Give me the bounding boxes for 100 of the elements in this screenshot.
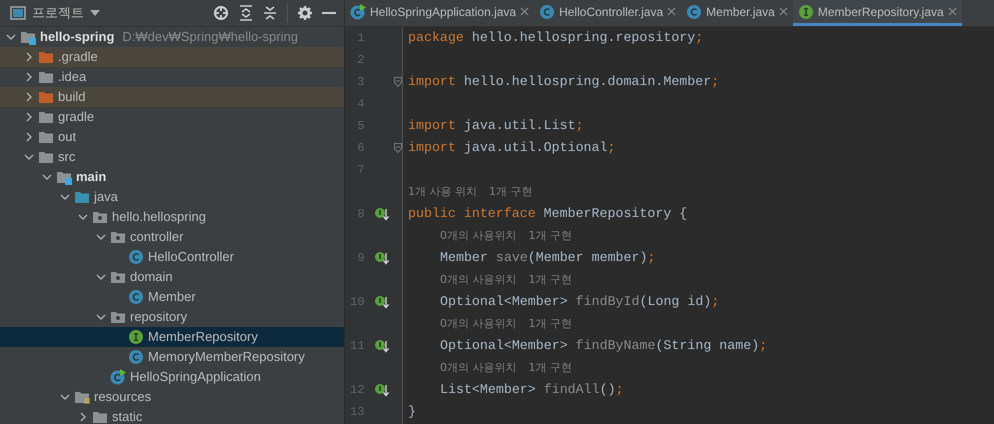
code-line: import java.util.Optional; — [407, 139, 616, 158]
tree-item[interactable]: java — [0, 187, 344, 207]
tree-item[interactable]: gradle — [0, 107, 344, 127]
item-name: static — [112, 408, 142, 424]
tree-item[interactable]: domain — [0, 267, 344, 287]
class-icon — [128, 249, 144, 265]
inlay-hint[interactable]: 0개의 사용위치 — [440, 228, 516, 244]
panel-title: 프로젝트 — [32, 4, 84, 22]
chevron-down-icon[interactable] — [60, 394, 70, 400]
code-line: import hello.hellospring.domain.Member; — [407, 73, 720, 92]
minimize-icon[interactable] — [322, 11, 336, 15]
item-name: out — [58, 128, 76, 146]
code-line: public interface MemberRepository { — [407, 205, 688, 224]
chevron-right-icon[interactable] — [26, 112, 32, 122]
inlay-hint[interactable]: 1개 구현 — [528, 272, 572, 288]
class-run-icon — [110, 369, 126, 385]
chevron-down-icon[interactable] — [96, 314, 106, 320]
locate-icon[interactable] — [213, 5, 229, 21]
class-icon — [539, 4, 556, 20]
tree-item[interactable]: MemoryMemberRepository — [0, 347, 344, 367]
chevron-right-icon[interactable] — [80, 412, 86, 422]
implemented-icon[interactable] — [374, 339, 389, 353]
chevron-right-icon[interactable] — [26, 52, 32, 62]
chevron-right-icon[interactable] — [26, 72, 32, 82]
tree-item[interactable]: controller — [0, 227, 344, 247]
item-name: Member — [148, 288, 196, 306]
tree-item[interactable]: main — [0, 167, 344, 187]
tree-item[interactable]: .idea — [0, 67, 344, 87]
inlay-hint[interactable]: 0개의 사용위치 — [440, 360, 516, 376]
chevron-down-icon[interactable] — [60, 194, 70, 200]
item-name: hello-spring — [40, 28, 114, 46]
tree-item[interactable]: src — [0, 147, 344, 167]
chevron-down-icon[interactable] — [24, 154, 34, 160]
tree-item[interactable]: repository — [0, 307, 344, 327]
editor-tab[interactable]: HelloSpringApplication.java — [345, 0, 534, 26]
module-folder-icon — [56, 169, 72, 185]
editor-tab[interactable]: Member.java — [681, 0, 793, 26]
module-folder-icon — [20, 29, 36, 45]
inlay-hint[interactable]: 1개 구현 — [489, 184, 532, 200]
folder-icon — [38, 149, 54, 165]
tree-item[interactable]: static — [0, 407, 344, 424]
expand-all-icon[interactable] — [239, 5, 253, 21]
folder-icon — [92, 409, 108, 424]
chevron-down-icon[interactable] — [96, 274, 106, 280]
close-icon[interactable] — [778, 7, 788, 16]
settings-icon[interactable] — [298, 6, 312, 20]
interface-icon — [798, 4, 814, 20]
folder-icon — [38, 89, 54, 105]
fold-icon[interactable] — [394, 143, 402, 153]
tree-item[interactable]: HelloSpringApplication — [0, 367, 344, 387]
tree-item[interactable]: hello.hellospring — [0, 207, 344, 227]
item-name: controller — [130, 228, 184, 246]
folder-icon — [74, 189, 90, 205]
close-icon[interactable] — [948, 7, 957, 16]
caret-icon[interactable] — [90, 10, 100, 16]
chevron-right-icon[interactable] — [26, 132, 32, 142]
inlay-hint[interactable]: 0개의 사용위치 — [440, 272, 516, 288]
folder-icon — [38, 129, 54, 145]
item-name: MemoryMemberRepository — [148, 348, 305, 366]
tree-item[interactable]: build — [0, 87, 344, 107]
folder-icon — [38, 49, 54, 65]
inlay-hint[interactable]: 1개 구현 — [528, 228, 572, 244]
chevron-down-icon[interactable] — [78, 214, 88, 220]
item-name: main — [76, 168, 106, 186]
item-name: MemberRepository — [148, 328, 258, 346]
tree-item[interactable]: HelloController — [0, 247, 344, 267]
package-icon — [92, 209, 108, 225]
item-name: src — [58, 148, 76, 166]
close-icon[interactable] — [520, 7, 530, 16]
class-icon — [128, 349, 144, 365]
implemented-icon[interactable] — [374, 383, 389, 397]
editor-tab[interactable]: MemberRepository.java — [792, 0, 962, 26]
package-icon — [110, 269, 126, 285]
tree-item[interactable]: .gradle — [0, 47, 344, 67]
implemented-icon[interactable] — [374, 295, 389, 309]
chevron-right-icon[interactable] — [26, 92, 32, 102]
code-line: Optional<Member> findByName(String name); — [439, 337, 768, 356]
tree-item[interactable]: Member — [0, 287, 344, 307]
chevron-down-icon[interactable] — [42, 174, 52, 180]
chevron-down-icon[interactable] — [6, 34, 16, 40]
inlay-hint[interactable]: 1개 사용 위치 — [408, 184, 477, 200]
panel-icon[interactable] — [10, 5, 26, 21]
collapse-all-icon[interactable] — [263, 5, 277, 21]
inlay-hint[interactable]: 1개 구현 — [528, 360, 572, 376]
inlay-hint[interactable]: 1개 구현 — [528, 316, 572, 332]
implemented-icon[interactable] — [374, 251, 389, 265]
implemented-icon[interactable] — [374, 207, 389, 221]
tree-item[interactable]: hello-spring D:₩dev₩Spring₩hello-spring — [0, 27, 344, 47]
fold-icon[interactable] — [394, 77, 402, 87]
item-name: gradle — [58, 108, 94, 126]
tree-item[interactable]: resources — [0, 387, 344, 407]
class-run-icon — [350, 4, 366, 20]
inlay-hint[interactable]: 0개의 사용위치 — [440, 316, 516, 332]
tree-item[interactable]: MemberRepository — [0, 327, 344, 347]
item-name: hello.hellospring — [112, 208, 206, 226]
close-icon[interactable] — [667, 7, 676, 16]
tree-item[interactable]: out — [0, 127, 344, 147]
editor-tab[interactable]: HelloController.java — [534, 0, 682, 26]
item-name: resources — [94, 388, 152, 406]
chevron-down-icon[interactable] — [96, 234, 106, 240]
